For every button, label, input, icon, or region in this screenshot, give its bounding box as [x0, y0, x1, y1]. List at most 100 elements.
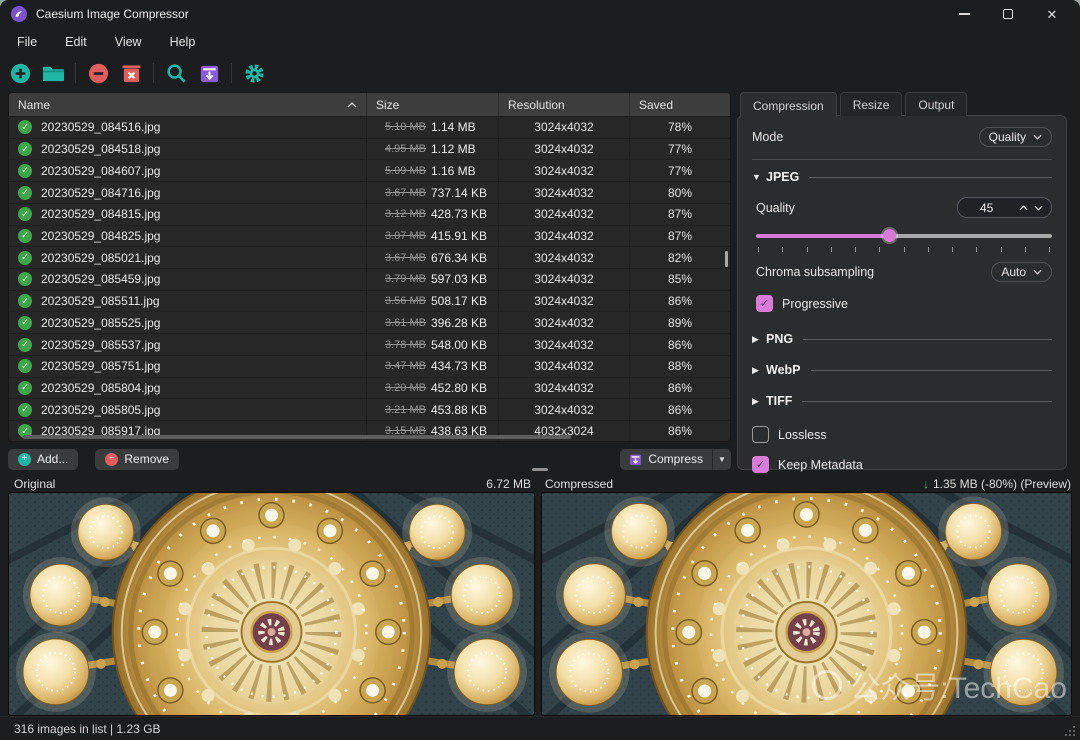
add-files-button[interactable]	[7, 60, 33, 86]
old-file-size: 3.78 MB	[385, 338, 426, 351]
cell-resolution: 3024x4032	[498, 117, 629, 138]
table-row[interactable]: ✓ 20230529_084815.jpg 3.12 MB 428.73 KB …	[9, 203, 730, 226]
remove-icon: −	[105, 452, 119, 466]
tab-compression[interactable]: Compression	[740, 92, 837, 118]
table-row[interactable]: ✓ 20230529_084516.jpg 5.10 MB 1.14 MB 30…	[9, 117, 730, 139]
splitter-handle[interactable]	[532, 468, 548, 471]
lossless-label: Lossless	[778, 427, 827, 442]
vertical-scrollbar[interactable]	[725, 251, 728, 267]
quality-slider[interactable]	[756, 229, 1052, 242]
cell-saved: 88%	[629, 355, 730, 377]
tiff-section-title[interactable]: TIFF	[766, 394, 792, 408]
column-header-size[interactable]: Size	[366, 93, 498, 116]
quality-spinbox[interactable]: 45	[957, 197, 1052, 218]
table-row[interactable]: ✓ 20230529_084825.jpg 3.07 MB 415.91 KB …	[9, 225, 730, 248]
png-section-title[interactable]: PNG	[766, 332, 793, 346]
cell-resolution: 3024x4032	[498, 203, 629, 225]
settings-button[interactable]	[241, 60, 267, 86]
minimize-button[interactable]	[942, 0, 986, 28]
menu-help[interactable]: Help	[156, 30, 210, 54]
mode-value: Quality	[988, 130, 1026, 144]
tab-output[interactable]: Output	[905, 92, 968, 116]
new-file-size: 737.14 KB	[430, 185, 488, 200]
table-row[interactable]: ✓ 20230529_085537.jpg 3.78 MB 548.00 KB …	[9, 334, 730, 356]
table-row[interactable]: ✓ 20230529_085525.jpg 3.61 MB 396.28 KB …	[9, 312, 730, 335]
compressed-check-icon: ✓	[18, 207, 32, 222]
lossless-checkbox[interactable]	[752, 426, 769, 443]
original-preview-image[interactable]	[8, 492, 535, 716]
spin-up-icon[interactable]	[1019, 204, 1028, 211]
cell-name: ✓ 20230529_085021.jpg	[9, 247, 366, 268]
resize-grip-icon[interactable]	[1065, 726, 1075, 736]
sort-asc-icon	[347, 101, 357, 107]
maximize-button[interactable]	[986, 0, 1030, 28]
close-button[interactable]: ✕	[1030, 0, 1074, 28]
cell-resolution: 3024x4032	[498, 377, 629, 399]
column-header-name[interactable]: Name	[9, 93, 366, 116]
add-files-icon	[10, 63, 30, 83]
old-file-size: 3.67 MB	[385, 186, 426, 199]
compressed-preview-image[interactable]: 公众号:TechCao	[541, 492, 1072, 716]
mode-dropdown[interactable]: Quality	[978, 127, 1052, 147]
tab-resize[interactable]: Resize	[839, 92, 903, 116]
jpeg-section-title[interactable]: JPEG	[766, 170, 799, 184]
status-text: 316 images in list | 1.23 GB	[14, 721, 161, 736]
menu-file[interactable]: File	[3, 30, 51, 54]
compressed-size-info: ↓ 1.35 MB (-80%) (Preview)	[922, 477, 1071, 491]
column-header-saved[interactable]: Saved	[629, 93, 730, 116]
cell-name: ✓ 20230529_085459.jpg	[9, 269, 366, 290]
progressive-checkbox[interactable]: ✓	[756, 295, 773, 312]
cell-name: ✓ 20230529_085511.jpg	[9, 291, 366, 312]
settings-gear-icon	[244, 63, 264, 83]
spin-down-icon[interactable]	[1034, 205, 1043, 211]
quality-label: Quality	[756, 200, 795, 215]
table-row[interactable]: ✓ 20230529_085804.jpg 3.20 MB 452.80 KB …	[9, 377, 730, 400]
table-row[interactable]: ✓ 20230529_085751.jpg 3.47 MB 434.73 KB …	[9, 355, 730, 378]
cell-name: ✓ 20230529_084518.jpg	[9, 139, 366, 160]
cell-resolution: 3024x4032	[498, 290, 629, 312]
column-header-resolution[interactable]: Resolution	[498, 93, 629, 116]
webp-section-title[interactable]: WebP	[766, 363, 801, 377]
remove-file-button[interactable]	[85, 60, 111, 86]
preview-button[interactable]	[163, 60, 189, 86]
compress-button[interactable]: Compress	[620, 449, 712, 470]
table-row[interactable]: ✓ 20230529_085459.jpg 3.79 MB 597.03 KB …	[9, 269, 730, 291]
clear-list-button[interactable]	[118, 60, 144, 86]
cell-name: ✓ 20230529_084815.jpg	[9, 204, 366, 225]
table-row[interactable]: ✓ 20230529_084518.jpg 4.95 MB 1.12 MB 30…	[9, 138, 730, 161]
png-expand-icon[interactable]: ▶	[752, 334, 766, 345]
add-icon: +	[18, 452, 31, 466]
table-row[interactable]: ✓ 20230529_084607.jpg 5.09 MB 1.16 MB 30…	[9, 160, 730, 183]
remove-button[interactable]: − Remove	[95, 448, 180, 470]
tiff-expand-icon[interactable]: ▶	[752, 396, 766, 407]
slider-fill	[756, 234, 890, 238]
chroma-label: Chroma subsampling	[756, 265, 875, 279]
slider-handle[interactable]	[883, 229, 897, 242]
compress-options-dropdown[interactable]: ▼	[712, 448, 731, 470]
cell-saved: 77%	[629, 138, 730, 160]
table-row[interactable]: ✓ 20230529_085021.jpg 3.67 MB 676.34 KB …	[9, 247, 730, 270]
menu-edit[interactable]: Edit	[51, 30, 101, 54]
old-file-size: 4.95 MB	[385, 143, 426, 156]
cell-saved: 77%	[629, 160, 730, 182]
new-file-size: 434.73 KB	[430, 359, 488, 374]
horizontal-scrollbar[interactable]	[23, 435, 571, 439]
menu-view[interactable]: View	[101, 30, 156, 54]
old-file-size: 3.07 MB	[385, 229, 426, 242]
webp-expand-icon[interactable]: ▶	[752, 365, 766, 376]
chroma-dropdown[interactable]: Auto	[991, 262, 1052, 282]
table-row[interactable]: ✓ 20230529_085511.jpg 3.56 MB 508.17 KB …	[9, 290, 730, 313]
compress-button-toolbar[interactable]	[196, 60, 222, 86]
cell-resolution: 3024x4032	[498, 247, 629, 269]
table-row[interactable]: ✓ 20230529_084716.jpg 3.67 MB 737.14 KB …	[9, 182, 730, 204]
old-file-size: 3.47 MB	[385, 360, 426, 373]
jpeg-expand-icon[interactable]: ▼	[752, 172, 766, 182]
toolbar	[0, 56, 267, 90]
new-file-size: 508.17 KB	[430, 294, 488, 309]
keep-metadata-checkbox[interactable]: ✓	[752, 456, 769, 473]
remove-file-icon	[88, 63, 108, 83]
cell-size: 3.78 MB 548.00 KB	[366, 334, 498, 355]
table-row[interactable]: ✓ 20230529_085805.jpg 3.21 MB 453.88 KB …	[9, 399, 730, 422]
open-folder-button[interactable]	[40, 60, 66, 86]
add-button[interactable]: + Add...	[8, 448, 79, 470]
